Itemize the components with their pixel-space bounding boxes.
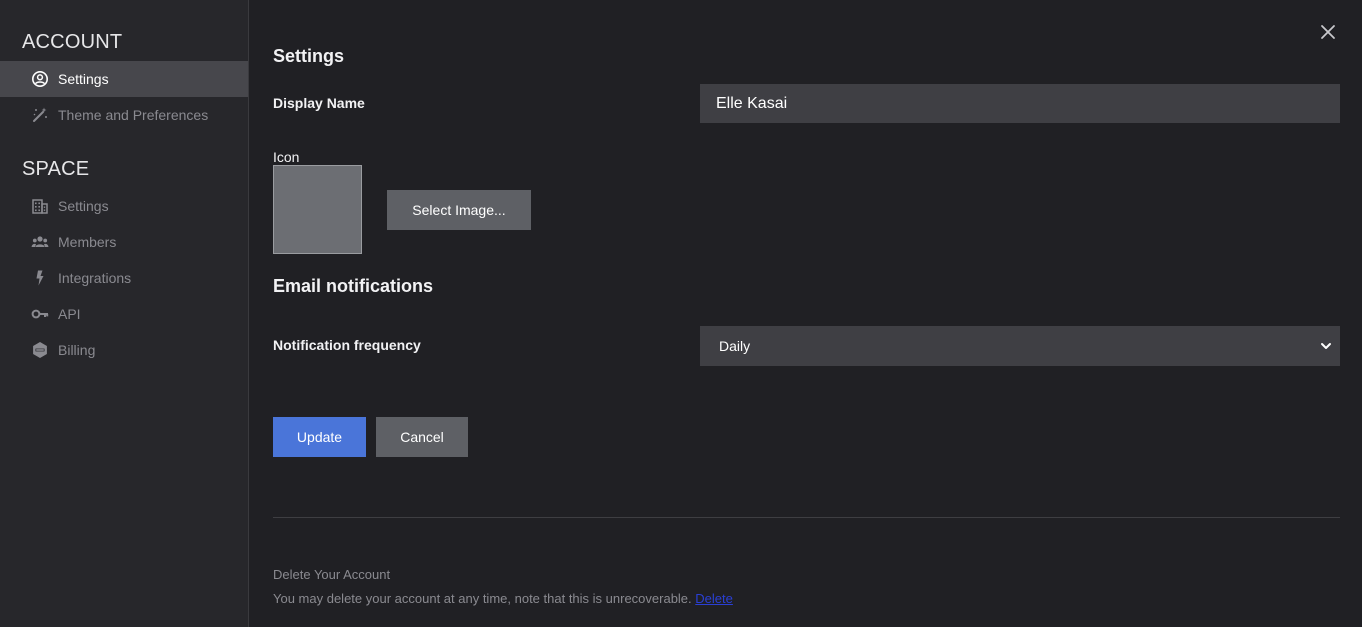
notification-frequency-select[interactable]: Daily xyxy=(700,326,1340,366)
icon-label: Icon xyxy=(273,149,300,165)
sidebar-item-billing[interactable]: Billing xyxy=(0,332,248,368)
update-button[interactable]: Update xyxy=(273,417,366,457)
sidebar-item-integrations[interactable]: Integrations xyxy=(0,260,248,296)
sidebar-item-account-settings[interactable]: Settings xyxy=(0,61,248,97)
pro-badge-icon xyxy=(31,341,49,359)
icon-preview[interactable] xyxy=(273,165,362,254)
sidebar-item-label: Members xyxy=(58,234,117,250)
sidebar-item-label: Theme and Preferences xyxy=(58,107,209,123)
sidebar-item-label: Settings xyxy=(58,198,109,214)
display-name-label: Display Name xyxy=(273,95,365,111)
close-icon xyxy=(1321,25,1335,39)
close-button[interactable] xyxy=(1318,22,1338,42)
delete-account-description: You may delete your account at any time,… xyxy=(273,591,733,606)
display-name-input[interactable] xyxy=(700,84,1340,123)
delete-account-text: You may delete your account at any time,… xyxy=(273,591,692,606)
sidebar-item-label: API xyxy=(58,306,81,322)
notification-frequency-label: Notification frequency xyxy=(273,337,421,353)
page-title: Settings xyxy=(273,46,345,66)
space-section-title: SPACE xyxy=(22,158,90,180)
building-icon xyxy=(31,197,49,215)
cancel-button[interactable]: Cancel xyxy=(376,417,468,457)
sidebar-item-space-settings[interactable]: Settings xyxy=(0,188,248,224)
bolt-icon xyxy=(31,269,49,287)
user-circle-icon xyxy=(31,70,49,88)
sidebar-item-api[interactable]: API xyxy=(0,296,248,332)
select-image-button[interactable]: Select Image... xyxy=(387,190,531,230)
sidebar-item-label: Billing xyxy=(58,342,96,358)
users-icon xyxy=(31,233,49,251)
sidebar-item-members[interactable]: Members xyxy=(0,224,248,260)
magic-wand-icon xyxy=(31,106,49,124)
account-section-title: ACCOUNT xyxy=(22,31,123,53)
notification-frequency-value: Daily xyxy=(719,338,751,354)
sidebar: ACCOUNT Settings Theme and Preferences S… xyxy=(0,0,249,627)
delete-account-link[interactable]: Delete xyxy=(695,591,733,606)
delete-account-title: Delete Your Account xyxy=(273,567,391,582)
sidebar-item-label: Settings xyxy=(58,71,109,87)
sidebar-item-theme-preferences[interactable]: Theme and Preferences xyxy=(0,97,248,133)
key-icon xyxy=(31,305,49,323)
chevron-down-icon xyxy=(1321,343,1331,349)
divider xyxy=(273,517,1340,518)
sidebar-item-label: Integrations xyxy=(58,270,132,286)
settings-panel: Settings Display Name Icon Select Image.… xyxy=(249,0,1362,627)
email-notifications-title: Email notifications xyxy=(273,276,434,296)
